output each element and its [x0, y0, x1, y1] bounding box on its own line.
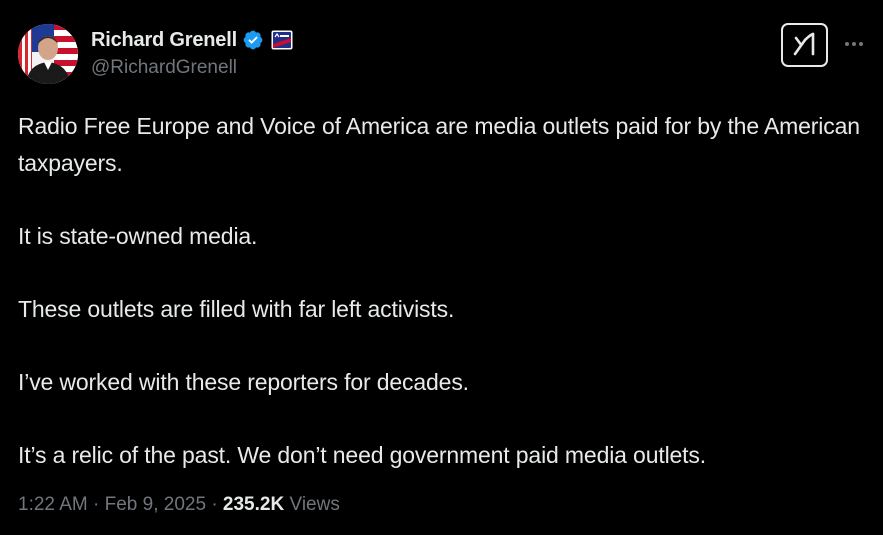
- tweet-text: Radio Free Europe and Voice of America a…: [18, 108, 878, 474]
- meta-separator: ·: [93, 494, 100, 515]
- tweet-meta: 1:22 AM · Feb 9, 2025 · 235.2K Views: [18, 494, 340, 516]
- verified-badge-icon[interactable]: [242, 29, 264, 51]
- grok-icon: [793, 32, 815, 56]
- profile-photo-with-flag: [18, 24, 78, 84]
- tweet-time[interactable]: 1:22 AM: [18, 494, 88, 515]
- more-options-button[interactable]: [842, 34, 866, 54]
- tweet-paragraph: These outlets are filled with far left a…: [18, 296, 455, 322]
- tweet-paragraph: Radio Free Europe and Voice of America a…: [18, 113, 860, 176]
- tweet-paragraph: It’s a relic of the past. We don’t need …: [18, 442, 707, 468]
- meta-separator: ·: [211, 494, 218, 515]
- author-name-row: Richard Grenell: [91, 26, 293, 54]
- author-avatar[interactable]: [18, 24, 78, 84]
- tweet-card: Richard Grenell @RichardGrenell Radio Fr…: [0, 0, 883, 535]
- views-count[interactable]: 235.2K: [223, 494, 284, 515]
- tweet-paragraph: It is state-owned media.: [18, 223, 258, 249]
- grok-button[interactable]: [781, 23, 828, 67]
- tweet-date[interactable]: Feb 9, 2025: [105, 494, 206, 515]
- more-options-icon: [845, 42, 863, 46]
- tweet-paragraph: I’ve worked with these reporters for dec…: [18, 369, 469, 395]
- author-display-name[interactable]: Richard Grenell: [91, 29, 237, 52]
- views-label: Views: [289, 494, 340, 515]
- author-handle[interactable]: @RichardGrenell: [91, 57, 237, 79]
- cpac-badge-icon[interactable]: [271, 30, 293, 50]
